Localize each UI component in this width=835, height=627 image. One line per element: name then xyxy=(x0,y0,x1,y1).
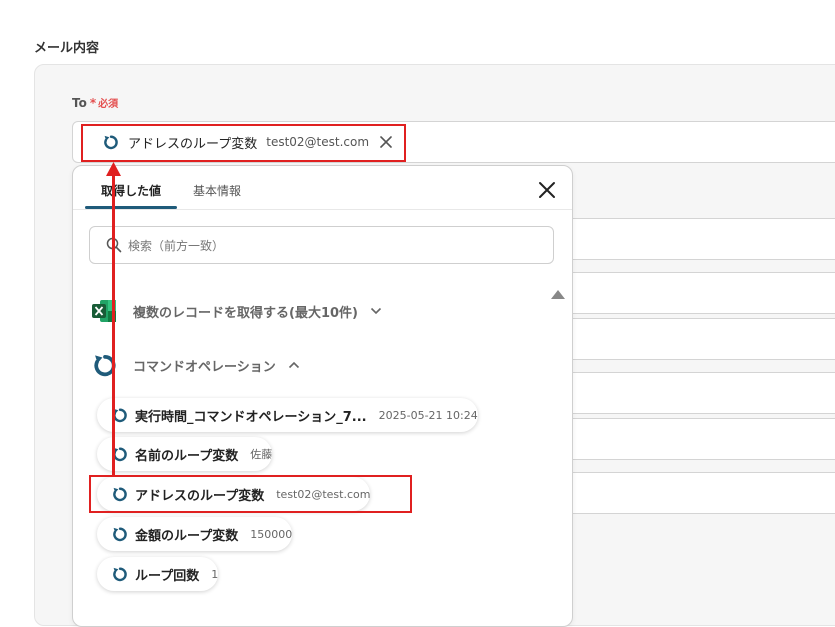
variable-item-name: 名前のループ変数 xyxy=(135,448,239,464)
to-field-label: To * 必須 xyxy=(72,95,118,110)
group-label: コマンドオペレーション xyxy=(133,359,276,375)
variable-item-value: 150000 xyxy=(250,527,293,541)
variable-item-name: ループ回数 xyxy=(135,568,200,584)
search-box[interactable] xyxy=(89,226,554,264)
scrollbar[interactable] xyxy=(547,284,569,624)
variable-item-value: 2025-05-21 10:24 xyxy=(378,408,478,422)
highlight-box-to-chip xyxy=(81,124,406,162)
tab-basic-info[interactable]: 基本情報 xyxy=(193,182,241,199)
variable-picker-dropdown: 取得した値 基本情報 複数のレコードを取得する(最大10件) コマンドオペレーシ… xyxy=(72,165,573,627)
variable-item-loop-count[interactable]: ループ回数 1 xyxy=(97,557,219,591)
highlight-box-address-item xyxy=(89,475,412,513)
variable-item-name: 金額のループ変数 xyxy=(135,528,239,544)
close-icon[interactable] xyxy=(536,179,558,201)
highlight-arrow-line xyxy=(112,173,115,476)
tab-retrieved-values[interactable]: 取得した値 xyxy=(101,182,161,199)
variable-item-name: 実行時間_コマンドオペレーション_7... xyxy=(135,409,367,425)
variable-item-amount-loop[interactable]: 金額のループ変数 150000 xyxy=(97,517,293,551)
tab-divider xyxy=(73,209,572,210)
required-asterisk: * xyxy=(89,96,97,110)
loop-icon xyxy=(111,525,129,543)
group-excel-records[interactable]: 複数のレコードを取得する(最大10件) xyxy=(91,299,382,323)
chevron-down-icon[interactable] xyxy=(370,307,382,315)
variable-item-exec-time[interactable]: 実行時間_コマンドオペレーション_7... 2025-05-21 10:24 xyxy=(97,398,478,432)
required-text: 必須 xyxy=(98,99,119,110)
variable-item-value: 佐藤 xyxy=(250,448,273,461)
chevron-up-icon[interactable] xyxy=(288,361,300,369)
loop-icon xyxy=(111,565,129,583)
group-label: 複数のレコードを取得する(最大10件) xyxy=(133,305,358,321)
variable-item-name-loop[interactable]: 名前のループ変数 佐藤 xyxy=(97,437,273,471)
search-input[interactable] xyxy=(126,235,530,257)
group-command-operation[interactable]: コマンドオペレーション xyxy=(91,350,300,380)
variable-item-value: 1 xyxy=(211,567,219,581)
arrow-up-icon xyxy=(106,162,121,176)
scroll-up-icon[interactable] xyxy=(551,289,565,299)
to-label-text: To xyxy=(72,96,87,110)
section-title: メール内容 xyxy=(34,41,100,56)
